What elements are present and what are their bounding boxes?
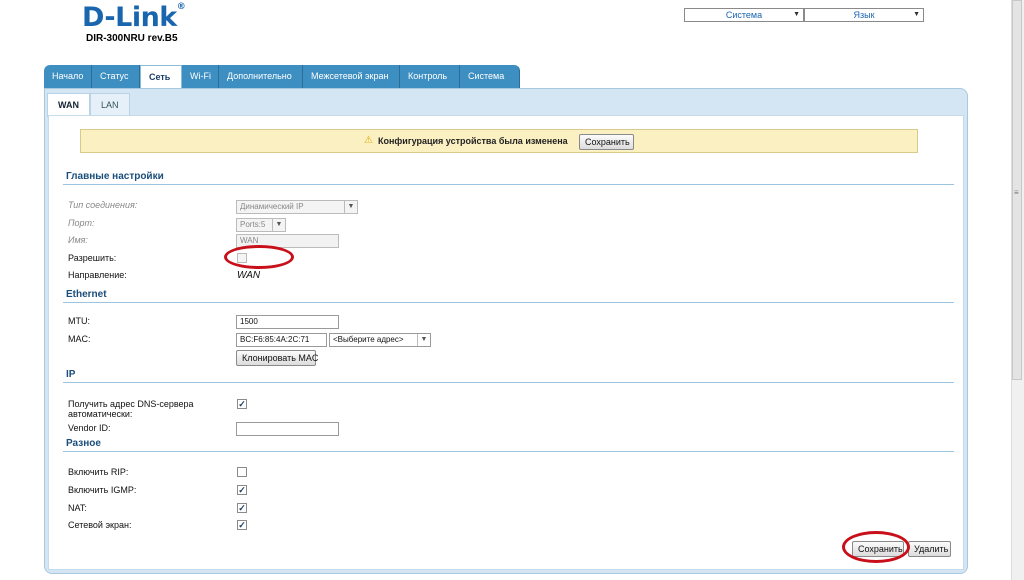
igmp-label: Включить IGMP: bbox=[68, 485, 137, 495]
chevron-down-icon: ▼ bbox=[417, 334, 430, 346]
dlink-logo: D-Link® bbox=[82, 2, 186, 33]
dns-auto-checkbox[interactable]: ✓ bbox=[237, 399, 247, 409]
system-select[interactable]: Система ▼ bbox=[684, 8, 804, 22]
connection-type-value: Динамический IP bbox=[240, 202, 304, 211]
config-changed-banner: ⚠ Конфигурация устройства была изменена bbox=[80, 129, 918, 153]
scroll-grip-icon: ≡ bbox=[1014, 188, 1019, 197]
chevron-down-icon: ▼ bbox=[793, 11, 800, 18]
port-value: Ports:5 bbox=[240, 220, 266, 229]
rip-checkbox[interactable] bbox=[237, 467, 247, 477]
port-label: Порт: bbox=[68, 218, 95, 228]
direction-label: Направление: bbox=[68, 270, 127, 280]
device-model: DIR-300NRU rev.B5 bbox=[86, 33, 178, 44]
firewall-checkbox[interactable]: ✓ bbox=[237, 520, 247, 530]
section-divider bbox=[63, 382, 954, 383]
tab-firewall[interactable]: Межсетевой экран bbox=[303, 65, 400, 88]
tab-start[interactable]: Начало bbox=[44, 65, 92, 88]
subtab-bar: WAN LAN bbox=[47, 93, 130, 117]
firewall-label: Сетевой экран: bbox=[68, 520, 132, 530]
tab-control[interactable]: Контроль bbox=[400, 65, 460, 88]
mac-label: MAC: bbox=[68, 334, 91, 344]
mac-input[interactable]: BC:F6:85:4A:2C:71 bbox=[236, 333, 327, 347]
igmp-checkbox[interactable]: ✓ bbox=[237, 485, 247, 495]
vendor-id-input[interactable] bbox=[236, 422, 339, 436]
vendor-id-label: Vendor ID: bbox=[68, 423, 111, 433]
allow-label: Разрешить: bbox=[68, 253, 117, 263]
language-select-label: Язык bbox=[853, 10, 875, 20]
name-label: Имя: bbox=[68, 235, 88, 245]
chevron-down-icon: ▼ bbox=[272, 219, 285, 231]
subtab-lan[interactable]: LAN bbox=[90, 93, 130, 115]
mac-address-select[interactable]: <Выберите адрес> ▼ bbox=[329, 333, 431, 347]
banner-save-button[interactable]: Сохранить bbox=[579, 134, 634, 150]
section-divider bbox=[63, 451, 954, 452]
dns-auto-label-line2: автоматически: bbox=[68, 409, 133, 419]
section-divider bbox=[63, 302, 954, 303]
section-ip: IP bbox=[66, 369, 76, 380]
language-select[interactable]: Язык ▼ bbox=[804, 8, 924, 22]
chevron-down-icon: ▼ bbox=[913, 11, 920, 18]
tab-network[interactable]: Сеть bbox=[140, 65, 182, 89]
mtu-input[interactable]: 1500 bbox=[236, 315, 339, 329]
tab-system[interactable]: Система bbox=[460, 65, 520, 88]
red-annotation-circle bbox=[224, 245, 294, 269]
chevron-down-icon: ▼ bbox=[344, 201, 357, 213]
section-ethernet: Ethernet bbox=[66, 289, 107, 300]
tab-wifi[interactable]: Wi-Fi bbox=[182, 65, 219, 88]
mac-select-value: <Выберите адрес> bbox=[333, 335, 404, 344]
delete-button[interactable]: Удалить bbox=[908, 541, 951, 557]
connection-type-label: Тип соединения: bbox=[68, 200, 138, 210]
tab-advanced[interactable]: Дополнительно bbox=[219, 65, 303, 88]
warning-icon: ⚠ bbox=[364, 135, 373, 146]
config-changed-text: Конфигурация устройства была изменена bbox=[378, 136, 568, 146]
clone-mac-button[interactable]: Клонировать MAC bbox=[236, 350, 318, 366]
direction-value: WAN bbox=[237, 270, 261, 281]
port-select[interactable]: Ports:5 ▼ bbox=[236, 218, 286, 232]
dns-auto-label-line1: Получить адрес DNS-сервера bbox=[68, 399, 194, 409]
nat-checkbox[interactable]: ✓ bbox=[237, 503, 247, 513]
connection-type-select[interactable]: Динамический IP ▼ bbox=[236, 200, 358, 214]
red-annotation-circle bbox=[842, 531, 910, 563]
main-tabbar: Начало Статус Сеть Wi-Fi Дополнительно М… bbox=[44, 65, 520, 89]
section-divider bbox=[63, 184, 954, 185]
tab-status[interactable]: Статус bbox=[92, 65, 140, 88]
rip-label: Включить RIP: bbox=[68, 467, 129, 477]
section-misc: Разное bbox=[66, 438, 101, 449]
subtab-wan[interactable]: WAN bbox=[47, 93, 90, 117]
section-main-settings: Главные настройки bbox=[66, 171, 164, 182]
mtu-label: MTU: bbox=[68, 316, 90, 326]
system-select-label: Система bbox=[725, 10, 763, 20]
nat-label: NAT: bbox=[68, 503, 87, 513]
